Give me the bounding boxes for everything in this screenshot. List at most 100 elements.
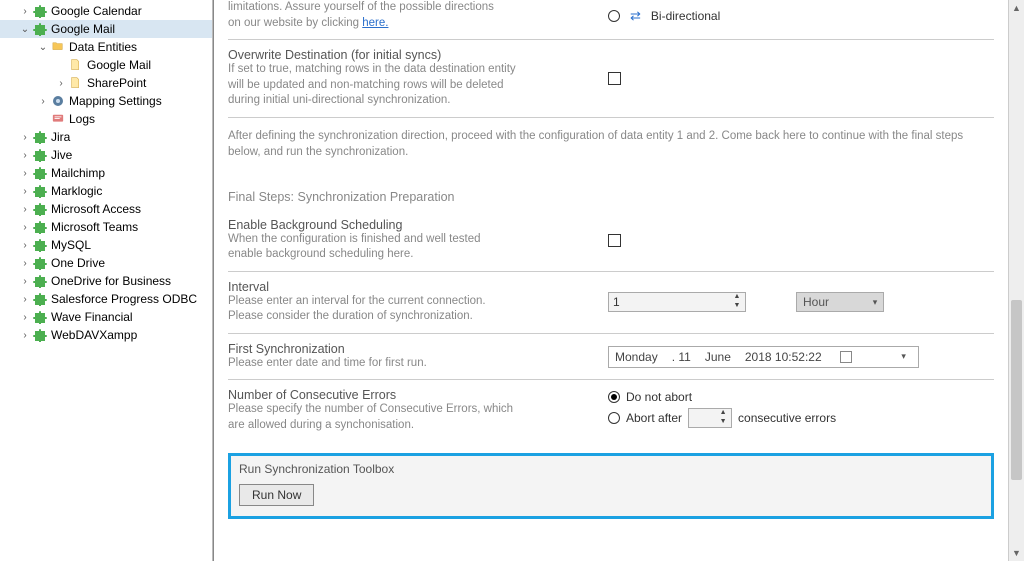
tree-item-label: One Drive <box>51 256 105 270</box>
tree-item[interactable]: ›Logs <box>0 110 212 128</box>
spinner-down-icon[interactable]: ▼ <box>715 418 731 427</box>
tree-item-label: Microsoft Teams <box>51 220 138 234</box>
connector-tree[interactable]: ›Google Calendar⌄Google Mail⌄Data Entiti… <box>0 0 213 561</box>
abort-count-spinner[interactable]: ▲▼ <box>688 408 732 428</box>
tree-item[interactable]: › One Drive <box>0 254 212 272</box>
tree-item-label: Marklogic <box>51 184 102 198</box>
vertical-scrollbar[interactable]: ▲ ▼ <box>1008 0 1024 561</box>
expand-arrow-icon[interactable]: › <box>18 204 32 215</box>
scheduling-checkbox[interactable] <box>608 234 621 247</box>
folder-icon <box>50 39 66 55</box>
tree-item-label: Microsoft Access <box>51 202 141 216</box>
expand-arrow-icon[interactable]: › <box>18 168 32 179</box>
tree-item[interactable]: › Microsoft Access <box>0 200 212 218</box>
collapse-arrow-icon[interactable]: ⌄ <box>18 24 32 35</box>
first-sync-title: First Synchronization <box>228 342 598 356</box>
run-now-button[interactable]: Run Now <box>239 484 314 506</box>
page-icon <box>68 75 84 91</box>
tree-item[interactable]: › Marklogic <box>0 182 212 200</box>
tree-item[interactable]: › Microsoft Teams <box>0 218 212 236</box>
collapse-arrow-icon[interactable]: ⌄ <box>36 42 50 53</box>
first-sync-datetime[interactable]: Monday . 11 June 2018 10:52:22 ▾ <box>608 346 919 368</box>
page-icon <box>68 57 84 73</box>
errors-title: Number of Consecutive Errors <box>228 388 598 402</box>
tree-item[interactable]: ›Jira <box>0 128 212 146</box>
puzzle-icon <box>32 147 48 163</box>
puzzle-icon <box>32 129 48 145</box>
scroll-down-icon[interactable]: ▼ <box>1009 545 1024 561</box>
spinner-up-icon[interactable]: ▲ <box>729 293 745 302</box>
tree-item[interactable]: ⌄Google Mail <box>0 20 212 38</box>
spinner-down-icon[interactable]: ▼ <box>729 302 745 311</box>
expand-arrow-icon[interactable]: › <box>18 240 32 251</box>
partial-desc-line1: limitations. Assure yourself of the poss… <box>228 0 598 16</box>
log-icon <box>50 111 66 127</box>
expand-arrow-icon[interactable]: › <box>18 330 32 341</box>
tree-item-label: Data Entities <box>69 40 137 54</box>
expand-arrow-icon[interactable]: › <box>18 294 32 305</box>
tree-item[interactable]: › Jive <box>0 146 212 164</box>
expand-arrow-icon[interactable]: › <box>18 312 32 323</box>
tree-item[interactable]: › OneDrive for Business <box>0 272 212 290</box>
expand-arrow-icon[interactable]: › <box>18 132 32 143</box>
tree-item[interactable]: › MySQL <box>0 236 212 254</box>
no-abort-label: Do not abort <box>626 390 692 404</box>
expand-arrow-icon[interactable]: › <box>18 186 32 197</box>
instruction-paragraph: After defining the synchronization direc… <box>228 118 994 166</box>
chevron-down-icon: ▾ <box>896 351 912 362</box>
errors-desc: Please specify the number of Consecutive… <box>228 402 598 433</box>
calendar-icon <box>840 351 852 363</box>
scroll-up-icon[interactable]: ▲ <box>1009 0 1024 16</box>
tree-item-label: SharePoint <box>87 76 146 90</box>
scheduling-desc: When the configuration is finished and w… <box>228 232 598 263</box>
tree-item[interactable]: › Salesforce Progress ODBC <box>0 290 212 308</box>
tree-item[interactable]: ⌄ Data Entities <box>0 38 212 56</box>
puzzle-icon <box>32 237 48 253</box>
abort-after-prefix: Abort after <box>626 411 682 425</box>
tree-item-label: Jive <box>51 148 72 162</box>
expand-arrow-icon[interactable]: › <box>36 96 50 107</box>
tree-item-label: Google Calendar <box>51 4 142 18</box>
tree-item[interactable]: › Google Calendar <box>0 2 212 20</box>
here-link[interactable]: here. <box>362 17 388 29</box>
partial-desc-line2: on our website by clicking here. <box>228 16 598 32</box>
expand-arrow-icon[interactable]: › <box>18 6 32 17</box>
puzzle-icon <box>32 21 48 37</box>
run-toolbox-title: Run Synchronization Toolbox <box>239 462 983 476</box>
puzzle-icon <box>32 309 48 325</box>
tree-item[interactable]: ›Google Mail <box>0 56 212 74</box>
expand-arrow-icon[interactable]: › <box>18 150 32 161</box>
expand-arrow-icon[interactable]: › <box>18 276 32 287</box>
tree-item[interactable]: ›Mapping Settings <box>0 92 212 110</box>
tree-item[interactable]: ›Mailchimp <box>0 164 212 182</box>
no-abort-radio[interactable] <box>608 391 620 403</box>
tree-item-label: Logs <box>69 112 95 126</box>
overwrite-checkbox[interactable] <box>608 72 621 85</box>
expand-arrow-icon[interactable]: › <box>18 222 32 233</box>
expand-arrow-icon[interactable]: › <box>54 78 68 89</box>
tree-item-label: Salesforce Progress ODBC <box>51 292 197 306</box>
expand-arrow-icon[interactable]: › <box>18 258 32 269</box>
abort-after-radio[interactable] <box>608 412 620 424</box>
tree-item-label: WebDAVXampp <box>51 328 137 342</box>
tree-item-label: Wave Financial <box>51 310 133 324</box>
interval-spinner[interactable]: 1 ▲▼ <box>608 292 746 312</box>
puzzle-icon <box>32 3 48 19</box>
spinner-up-icon[interactable]: ▲ <box>715 409 731 418</box>
scheduling-title: Enable Background Scheduling <box>228 218 598 232</box>
tree-item[interactable]: › WebDAVXampp <box>0 326 212 344</box>
tree-item[interactable]: › Wave Financial <box>0 308 212 326</box>
scroll-thumb[interactable] <box>1011 300 1022 480</box>
puzzle-icon <box>32 201 48 217</box>
interval-unit-combo[interactable]: Hour ▾ <box>796 292 884 312</box>
puzzle-icon <box>32 255 48 271</box>
gear-icon <box>50 93 66 109</box>
interval-title: Interval <box>228 280 598 294</box>
overwrite-title: Overwrite Destination (for initial syncs… <box>228 48 598 62</box>
bidir-radio[interactable] <box>608 10 620 22</box>
tree-item-label: MySQL <box>51 238 91 252</box>
tree-item[interactable]: › SharePoint <box>0 74 212 92</box>
puzzle-icon <box>32 273 48 289</box>
bidir-icon: ⇄ <box>630 8 641 24</box>
tree-item-label: OneDrive for Business <box>51 274 171 288</box>
